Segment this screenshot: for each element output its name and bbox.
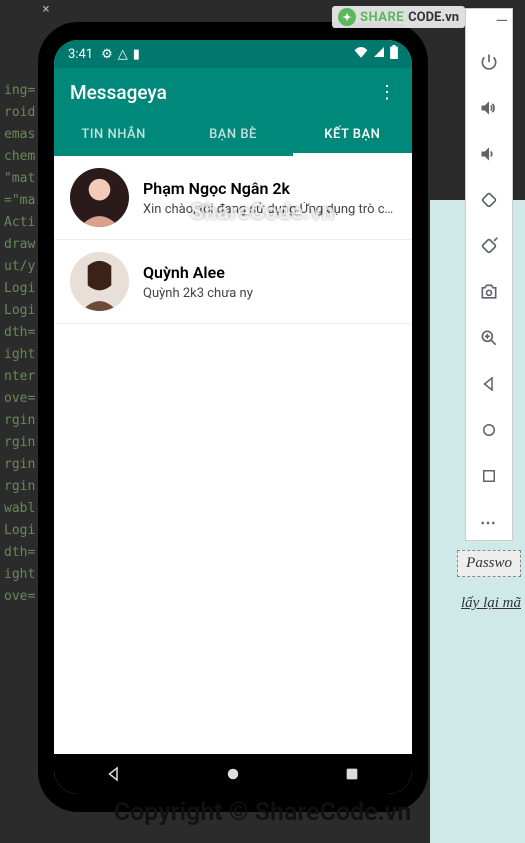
tab-messages[interactable]: TIN NHẮN: [54, 116, 173, 156]
avatar: [70, 168, 129, 227]
phone-screen: 3:41 ⚙ △ ▮ Messageya ⋮ TIN NHẮN BẠN: [54, 40, 412, 794]
friend-name: Quỳnh Alee: [143, 263, 396, 282]
home-icon[interactable]: [473, 416, 505, 444]
card-status-icon: ▮: [133, 47, 140, 62]
status-bar: 3:41 ⚙ △ ▮: [54, 40, 412, 68]
signal-status-icon: [373, 46, 385, 62]
list-item[interactable]: Phạm Ngọc Ngân 2k Xin chào, tôi đang sử …: [54, 156, 412, 240]
wifi-status-icon: [354, 46, 368, 62]
emulator-toolbar: — ⋯: [465, 8, 513, 541]
phone-frame: 3:41 ⚙ △ ▮ Messageya ⋮ TIN NHẮN BẠN: [38, 22, 428, 812]
volume-up-icon[interactable]: [473, 94, 505, 122]
overview-icon[interactable]: [473, 462, 505, 490]
list-item[interactable]: Quỳnh Alee Quỳnh 2k3 chưa ny: [54, 240, 412, 324]
nav-home-icon[interactable]: [223, 764, 243, 784]
status-time: 3:41: [68, 47, 93, 62]
more-icon[interactable]: ⋯: [473, 508, 505, 536]
avatar: [70, 252, 129, 311]
tab-friends[interactable]: BẠN BÈ: [173, 116, 292, 156]
volume-down-icon[interactable]: [473, 140, 505, 168]
camera-icon[interactable]: [473, 278, 505, 306]
friend-name: Phạm Ngọc Ngân 2k: [143, 179, 396, 198]
app-bar: Messageya ⋮: [54, 68, 412, 116]
tab-bar: TIN NHẮN BẠN BÈ KẾT BẠN: [54, 116, 412, 156]
drive-status-icon: △: [118, 47, 128, 62]
back-icon[interactable]: [473, 370, 505, 398]
rotate-right-icon[interactable]: [473, 232, 505, 260]
friends-list[interactable]: Phạm Ngọc Ngân 2k Xin chào, tôi đang sử …: [54, 156, 412, 754]
friend-subtitle: Xin chào, tôi đang sử dụng Ứng dụng trò …: [143, 202, 396, 217]
ide-tab-close-icon[interactable]: ×: [42, 2, 50, 17]
overflow-menu-icon[interactable]: ⋮: [378, 82, 396, 103]
nav-overview-icon[interactable]: [342, 764, 362, 784]
password-field-preview: Passwo: [457, 550, 521, 577]
zoom-icon[interactable]: [473, 324, 505, 352]
app-title: Messageya: [70, 81, 167, 104]
android-nav-bar: [54, 754, 412, 794]
nav-back-icon[interactable]: [104, 764, 124, 784]
recover-link-preview: lấy lại mã: [461, 595, 521, 612]
settings-status-icon: ⚙: [101, 47, 113, 62]
power-icon[interactable]: [473, 48, 505, 76]
emulator-minimize-icon[interactable]: —: [496, 11, 509, 30]
tab-add-friends[interactable]: KẾT BẠN: [293, 116, 412, 156]
friend-subtitle: Quỳnh 2k3 chưa ny: [143, 286, 396, 301]
battery-status-icon: [390, 45, 398, 63]
rotate-left-icon[interactable]: [473, 186, 505, 214]
